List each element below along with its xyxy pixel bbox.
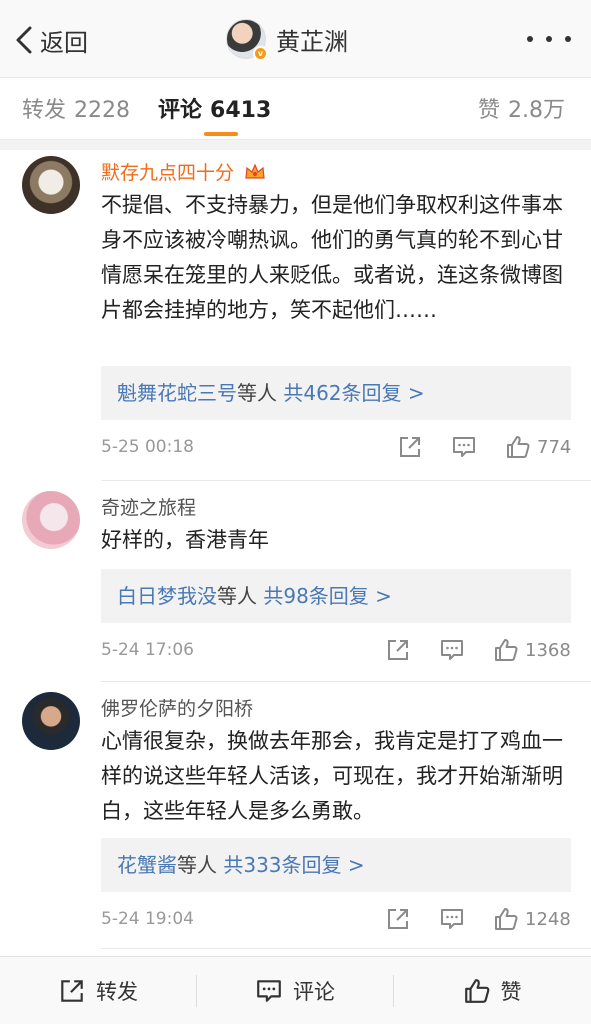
comment-label: 评论	[293, 980, 335, 1004]
reply-total: 共462条回复 >	[283, 381, 425, 405]
tab-label: 评论	[158, 98, 203, 123]
like-button[interactable]: 774	[505, 432, 571, 462]
thumbs-up-icon	[495, 908, 518, 930]
page-title: 黄芷渊	[276, 27, 348, 56]
like-count: 1248	[525, 908, 571, 930]
tab-count: 2.8万	[508, 98, 565, 123]
repost-icon	[61, 980, 83, 1002]
dot	[565, 36, 571, 42]
comment-time: 5-25 00:18	[101, 437, 194, 457]
divider	[0, 140, 591, 150]
thumbs-up-icon	[464, 979, 489, 1003]
reply-button[interactable]	[439, 635, 465, 665]
comment-meta: 5-24 17:06 1368	[101, 635, 571, 665]
like-button[interactable]: 1368	[493, 635, 571, 665]
repost-button[interactable]: 转发	[0, 957, 196, 1024]
comment-icon	[441, 640, 463, 660]
comment-username[interactable]: 奇迹之旅程	[101, 493, 196, 520]
tab-label: 赞	[477, 98, 500, 123]
divider	[101, 948, 591, 949]
thumbs-up-icon	[495, 639, 518, 661]
repost-icon	[388, 909, 408, 929]
reply-users: 魁舞花蛇三号	[117, 381, 237, 405]
back-button[interactable]: 返回	[14, 20, 88, 60]
tab-repost[interactable]: 转发 2228	[22, 92, 130, 124]
avatar[interactable]	[22, 156, 80, 214]
like-button[interactable]: 赞	[394, 957, 590, 1024]
comment-text: 不提倡、不支持暴力，但是他们争取权利这件事本身不应该被冷嘲热讽。他们的勇气真的轮…	[101, 193, 563, 322]
divider	[101, 681, 591, 682]
top-navigation-bar: 返回 v 黄芷渊	[0, 0, 591, 78]
avatar[interactable]: v	[226, 19, 268, 61]
like-count: 1368	[525, 639, 571, 661]
like-button[interactable]: 1248	[493, 904, 571, 934]
username-text: 默存九点四十分	[101, 162, 235, 184]
comment-icon	[257, 980, 281, 1002]
tab-bar: 转发 2228 评论 6413 赞 2.8万	[0, 78, 591, 140]
comment-username[interactable]: 佛罗伦萨的夕阳桥	[101, 694, 253, 721]
reply-etc: 等人	[217, 584, 257, 608]
divider	[101, 480, 591, 481]
like-label: 赞	[500, 980, 522, 1004]
comment-username[interactable]: 默存九点四十分	[101, 158, 266, 185]
repost-button[interactable]	[385, 904, 411, 934]
tab-count: 2228	[74, 98, 131, 123]
reply-etc: 等人	[177, 853, 217, 877]
reply-summary[interactable]: 魁舞花蛇三号等人 共462条回复 >	[101, 366, 571, 420]
back-label: 返回	[40, 28, 88, 57]
comment-time: 5-24 19:04	[101, 909, 194, 929]
comment-icon	[441, 909, 463, 929]
tab-comment[interactable]: 评论 6413	[158, 92, 271, 124]
chevron-left-icon	[16, 26, 32, 54]
reply-total: 共98条回复 >	[263, 584, 392, 608]
crown-icon	[245, 163, 265, 179]
tab-count: 6413	[210, 98, 272, 123]
comment-text: 好样的，香港青年	[101, 528, 269, 552]
bottom-action-bar: 转发 评论 赞	[0, 956, 591, 1024]
repost-icon	[388, 640, 408, 660]
reply-summary[interactable]: 白日梦我没等人 共98条回复 >	[101, 569, 571, 623]
comment-meta: 5-24 19:04 1248	[101, 904, 571, 934]
repost-button[interactable]	[385, 635, 411, 665]
reply-summary[interactable]: 花蟹酱等人 共333条回复 >	[101, 838, 571, 892]
comment-button[interactable]: 评论	[197, 957, 393, 1024]
avatar[interactable]	[22, 692, 80, 750]
verified-badge: v	[253, 46, 268, 61]
profile-title[interactable]: v 黄芷渊	[226, 16, 348, 62]
tab-like[interactable]: 赞 2.8万	[478, 92, 565, 124]
like-count: 774	[537, 436, 572, 458]
tab-label: 转发	[22, 98, 67, 123]
comment-icon	[453, 437, 475, 457]
comment-text: 心情很复杂，换做去年那会，我肯定是打了鸡血一样的说这些年轻人活该，可现在，我才开…	[101, 729, 563, 823]
active-tab-indicator	[204, 132, 238, 136]
reply-users: 白日梦我没	[117, 584, 217, 608]
reply-button[interactable]	[451, 432, 477, 462]
repost-icon	[400, 437, 420, 457]
comment-time: 5-24 17:06	[101, 640, 194, 660]
thumbs-up-icon	[507, 436, 530, 458]
repost-label: 转发	[96, 980, 138, 1004]
repost-button[interactable]	[397, 432, 423, 462]
more-dots-icon[interactable]	[527, 22, 571, 56]
reply-total: 共333条回复 >	[223, 853, 365, 877]
reply-button[interactable]	[439, 904, 465, 934]
reply-etc: 等人	[237, 381, 277, 405]
comment-meta: 5-25 00:18 774	[101, 432, 571, 462]
avatar[interactable]	[22, 491, 80, 549]
dot	[546, 36, 552, 42]
reply-users: 花蟹酱	[117, 853, 177, 877]
dot	[527, 36, 533, 42]
